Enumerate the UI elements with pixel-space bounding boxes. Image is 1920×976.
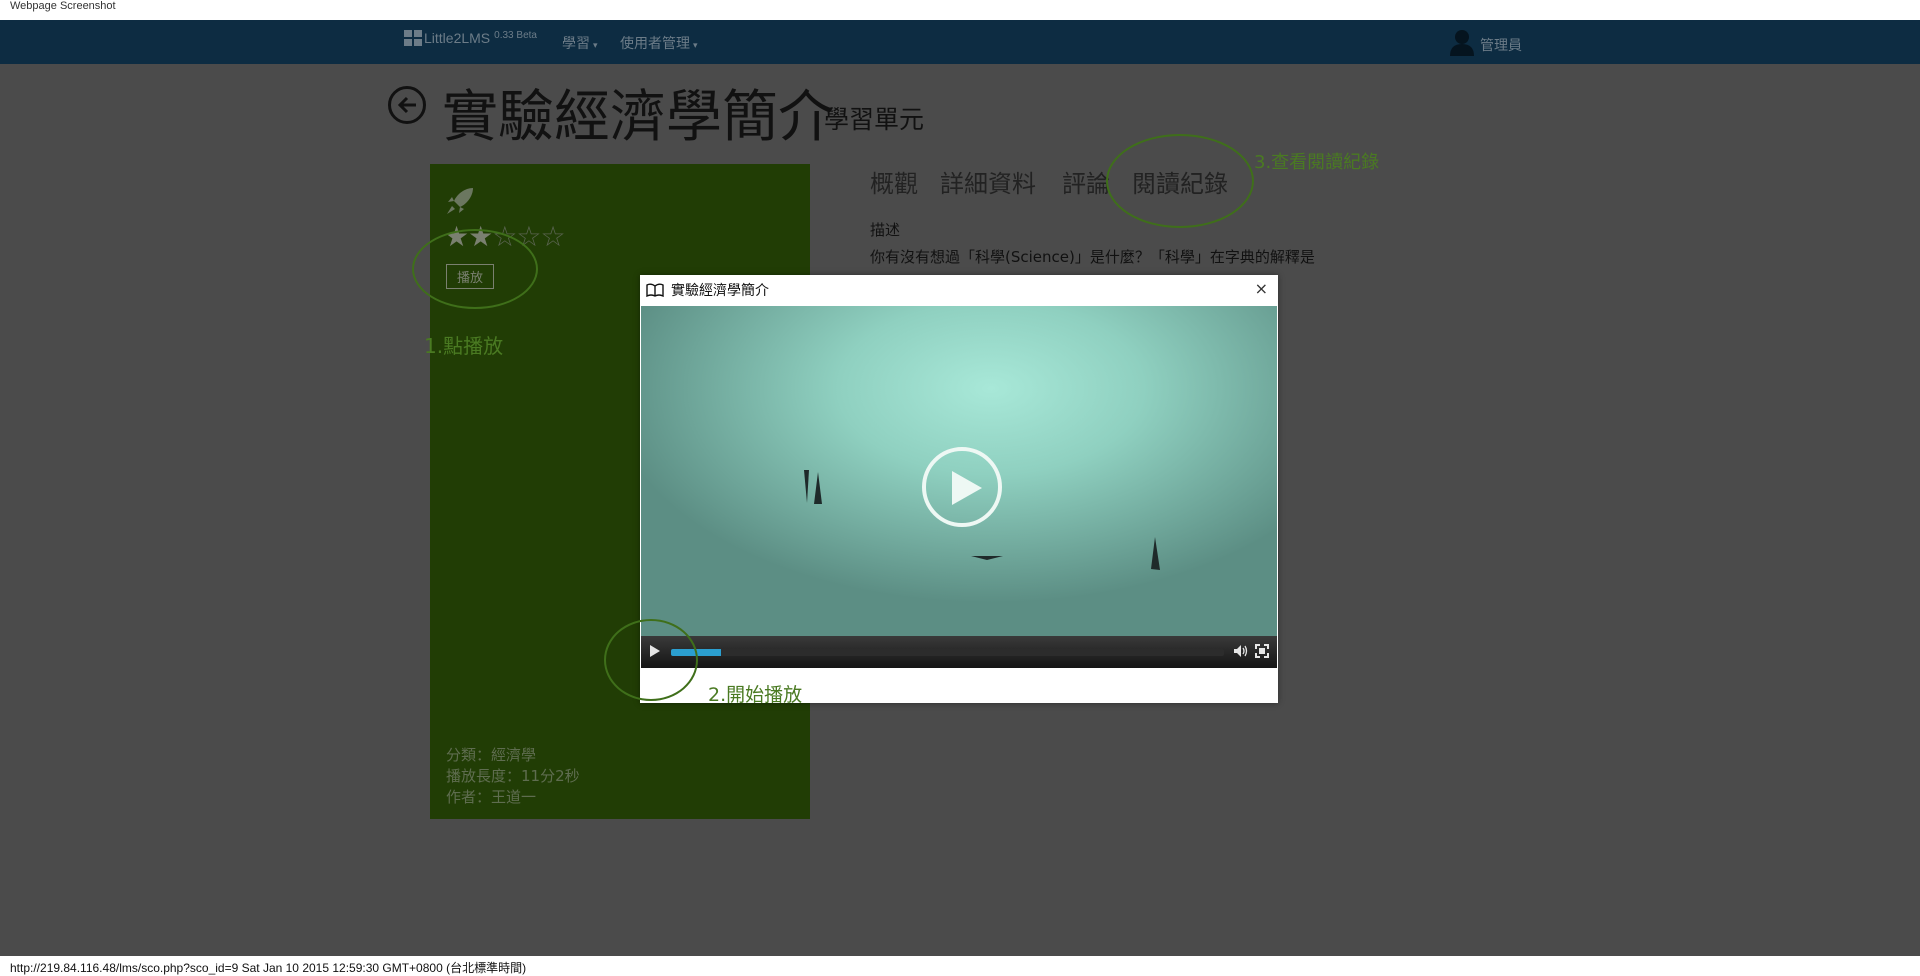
- book-icon: [646, 283, 664, 297]
- description-label: 描述: [870, 221, 901, 239]
- status-url-text: http://219.84.116.48/lms/sco.php?sco_id=…: [10, 961, 527, 975]
- video-dialog: 實驗經濟學簡介 ×: [640, 275, 1278, 703]
- nav-menu-user-management-label: 使用者管理: [620, 35, 690, 51]
- brand-name: Little2LMS: [424, 30, 491, 46]
- annotation-start-play: 2.開始播放: [708, 684, 803, 706]
- category-text: 分類：經濟學: [446, 746, 537, 764]
- video-controls: [641, 636, 1277, 668]
- user-name: 管理員: [1480, 38, 1522, 54]
- fullscreen-icon[interactable]: [1255, 644, 1269, 658]
- user-avatar-icon: [1450, 30, 1474, 56]
- nav-menu-user-management[interactable]: 使用者管理 ▾: [620, 33, 698, 53]
- annotation-click-play: 1.點播放: [424, 334, 504, 358]
- rocket-icon: [447, 188, 473, 214]
- video-play-icon[interactable]: [922, 447, 1002, 527]
- progress-track[interactable]: [671, 649, 1224, 656]
- nav-menu-learning[interactable]: 學習 ▾: [562, 33, 598, 53]
- page-subtitle: 學習單元: [824, 105, 925, 134]
- tab-details[interactable]: 詳細資料: [940, 164, 1036, 199]
- brand-logo-icon: [404, 30, 422, 46]
- annotation-view-records: 3.查看閱讀紀錄: [1254, 152, 1380, 173]
- star-empty-icon: ☆: [540, 220, 565, 253]
- user-menu[interactable]: 管理員: [1448, 28, 1522, 56]
- chevron-down-icon: ▾: [593, 40, 598, 50]
- annotation-circle-records: [1106, 134, 1254, 228]
- annotation-circle-play: [412, 229, 538, 309]
- volume-icon[interactable]: [1233, 644, 1249, 658]
- back-arrow-icon[interactable]: [388, 86, 426, 124]
- author-text: 作者：王道一: [446, 788, 537, 806]
- annotation-circle-start: [604, 619, 698, 701]
- tab-overview[interactable]: 概觀: [870, 164, 918, 199]
- brand-link[interactable]: Little2LMS 0.33 Beta: [404, 30, 537, 46]
- top-navbar: Little2LMS 0.33 Beta 學習 ▾ 使用者管理 ▾ 管理員: [0, 20, 1920, 64]
- status-bar: http://219.84.116.48/lms/sco.php?sco_id=…: [0, 956, 1920, 976]
- dialog-title: 實驗經濟學簡介: [671, 283, 769, 299]
- close-icon[interactable]: ×: [1255, 279, 1268, 298]
- chevron-down-icon: ▾: [693, 40, 698, 50]
- tab-comments[interactable]: 評論: [1062, 164, 1110, 199]
- page-title: 實驗經濟學簡介: [442, 85, 834, 150]
- brand-version: 0.33 Beta: [494, 30, 537, 41]
- duration-text: 播放長度：11分2秒: [446, 767, 580, 785]
- page-caption: Webpage Screenshot: [10, 0, 116, 12]
- nav-menu-learning-label: 學習: [562, 35, 590, 51]
- video-player[interactable]: [641, 306, 1277, 636]
- browser-viewport: Little2LMS 0.33 Beta 學習 ▾ 使用者管理 ▾ 管理員 實驗經濟學…: [0, 20, 1920, 956]
